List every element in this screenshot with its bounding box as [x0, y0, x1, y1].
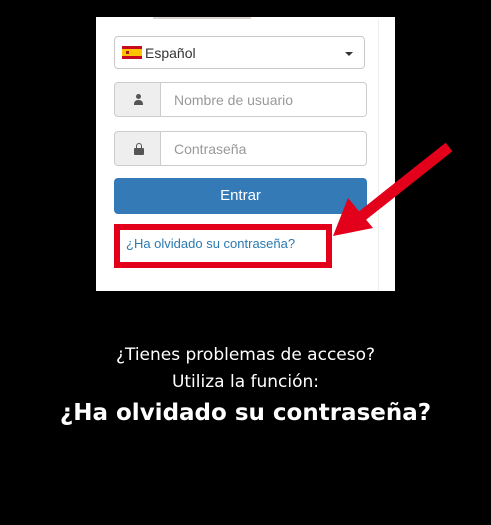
- caption-instruction: Utiliza la función:: [171, 372, 320, 392]
- pointer-arrow-icon: [333, 142, 453, 236]
- caption-question: ¿Tienes problemas de acceso?: [115, 345, 376, 365]
- caption-feature-name: ¿Ha olvidado su contraseña?: [59, 400, 432, 426]
